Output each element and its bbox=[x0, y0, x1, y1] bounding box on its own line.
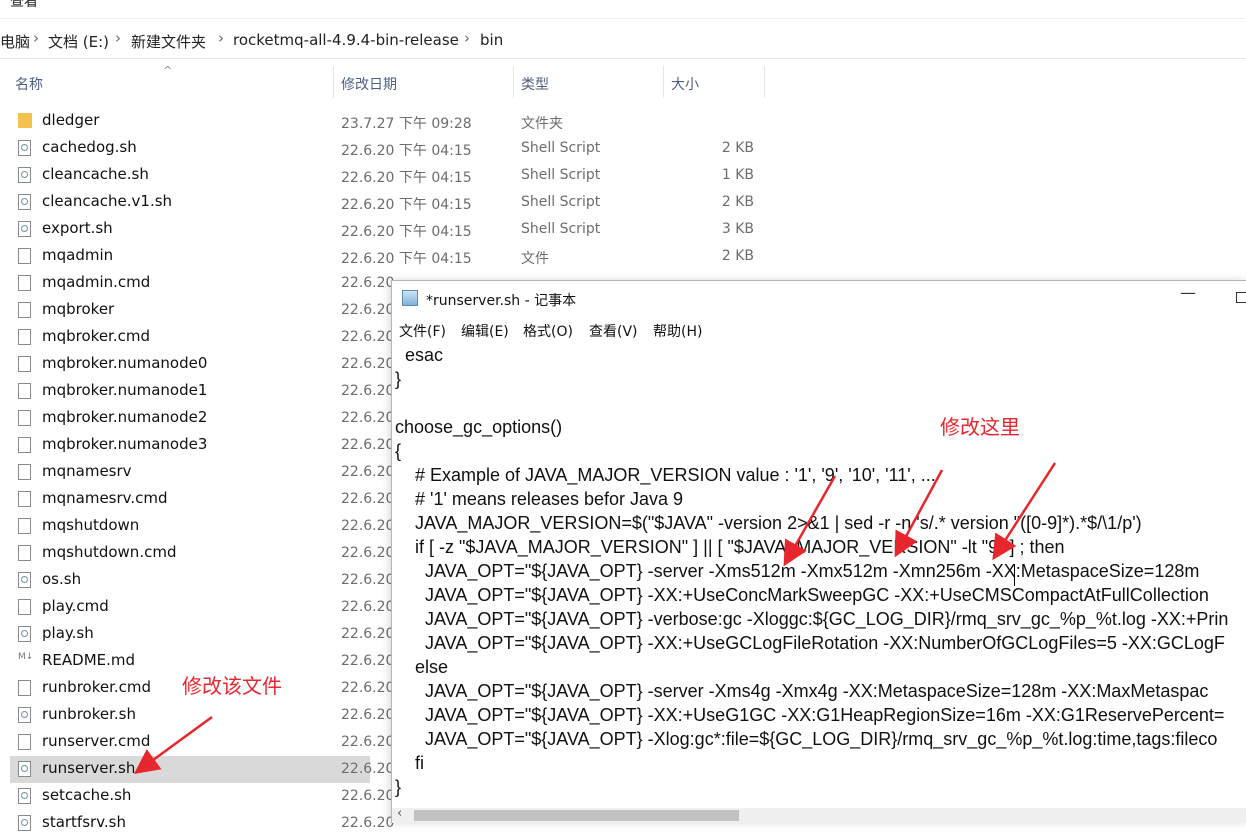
annotation-arrow bbox=[133, 715, 213, 774]
annotation-arrows bbox=[133, 462, 1057, 774]
annotation-arrow bbox=[783, 475, 837, 567]
annotation-arrow bbox=[894, 469, 944, 558]
annotation-arrow bbox=[992, 462, 1057, 561]
